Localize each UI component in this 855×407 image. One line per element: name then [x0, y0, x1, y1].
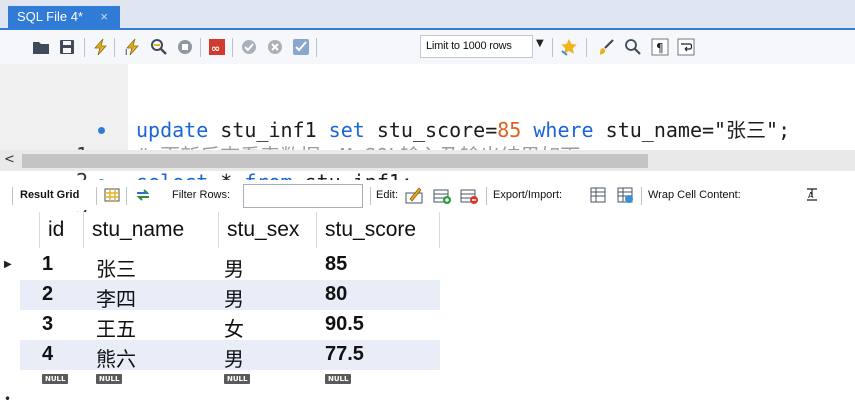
close-tab-icon[interactable]: ×	[100, 9, 108, 24]
cell-stu-name[interactable]: 王五	[96, 310, 136, 341]
filter-rows-input[interactable]	[243, 184, 363, 208]
invisible-chars-icon[interactable]: ¶	[651, 38, 669, 56]
toolbar-separator	[316, 38, 317, 57]
tab-title: SQL File 4*	[17, 9, 83, 24]
result-grid-tab[interactable]: Result Grid	[20, 189, 79, 201]
null-badge-stu-sex[interactable]: NULL	[224, 374, 251, 384]
new-row-indicator-icon: •	[4, 392, 12, 406]
cell-stu-sex[interactable]: 男	[224, 280, 244, 311]
toggle-output-icon[interactable]: ∞	[208, 38, 226, 56]
word-wrap-icon[interactable]	[677, 38, 695, 56]
cell-stu-sex[interactable]: 男	[224, 250, 244, 281]
column-header-stu-score[interactable]: stu_score	[317, 212, 440, 248]
execute-icon[interactable]	[92, 38, 110, 56]
chevron-down-icon[interactable]: ▼	[536, 38, 544, 49]
find-icon[interactable]	[624, 38, 642, 56]
sql-editor[interactable]: 1 update stu_inf1 set stu_score=85 where…	[0, 64, 855, 219]
toolbar-separator	[641, 187, 642, 205]
column-header-label: stu_score	[325, 218, 417, 241]
wrap-text-icon[interactable]: A	[805, 186, 819, 204]
cell-id[interactable]: 2	[42, 280, 53, 310]
import-icon[interactable]	[616, 186, 634, 204]
export-import-label: Export/Import:	[493, 189, 563, 201]
table-row[interactable]: 3 王五 女 90.5	[20, 310, 440, 341]
toolbar-separator	[200, 38, 201, 57]
null-badge-stu-score[interactable]: NULL	[325, 374, 352, 384]
result-toolbar: Result Grid Filter Rows: Edit: Export/Im…	[0, 180, 855, 210]
toolbar-separator	[486, 187, 487, 205]
table-row[interactable]: 1 张三 男 85	[20, 250, 440, 281]
toolbar-separator	[12, 187, 13, 205]
null-badge-stu-name[interactable]: NULL	[96, 374, 123, 384]
cell-stu-name[interactable]: 熊六	[96, 340, 136, 371]
svg-text:I: I	[125, 48, 127, 56]
svg-text:¶: ¶	[656, 41, 664, 55]
cell-id[interactable]: 4	[42, 340, 53, 370]
execute-current-icon[interactable]: I	[124, 38, 142, 56]
column-header-stu-sex[interactable]: stu_sex	[219, 212, 317, 248]
current-row-indicator-icon: ▶	[4, 259, 12, 270]
limit-rows-select[interactable]: Limit to 1000 rows	[420, 35, 533, 58]
code-line-3[interactable]: 3 select * from stu_inf1;	[0, 120, 855, 219]
cell-stu-score[interactable]: 77.5	[325, 340, 364, 370]
row-marker-column	[0, 248, 20, 407]
toolbar-separator	[232, 38, 233, 57]
autocommit-icon[interactable]	[292, 38, 310, 56]
stop-icon[interactable]	[176, 38, 194, 56]
tab-bar: SQL File 4* ×	[0, 0, 855, 30]
explain-icon[interactable]	[150, 38, 168, 56]
cell-stu-score[interactable]: 85	[325, 250, 347, 280]
column-header-id[interactable]: id	[40, 212, 84, 248]
delete-row-icon[interactable]	[460, 186, 478, 204]
toolbar-separator	[586, 38, 587, 57]
beautify-icon[interactable]	[560, 38, 578, 56]
editor-toolbar: I ∞ Limit to 1000 rows ▼ ¶	[0, 30, 855, 64]
toolbar-separator	[84, 38, 85, 57]
column-header-stu-name[interactable]: stu_name	[84, 212, 219, 248]
cell-id[interactable]: 3	[42, 310, 53, 340]
commit-icon[interactable]	[240, 38, 258, 56]
limit-rows-value: Limit to 1000 rows	[426, 40, 512, 52]
null-badge-id[interactable]: NULL	[42, 374, 69, 384]
toolbar-separator	[114, 38, 115, 57]
column-header-label: stu_sex	[227, 218, 300, 241]
save-icon[interactable]	[58, 38, 76, 56]
result-grid[interactable]: id stu_name stu_sex stu_score 1 张三 男 85 …	[0, 212, 855, 407]
wrap-cell-content-label: Wrap Cell Content:	[648, 189, 741, 201]
open-folder-icon[interactable]	[32, 38, 50, 56]
code-line-1[interactable]: 1 update stu_inf1 set stu_score=85 where…	[0, 68, 855, 167]
column-header-label: id	[48, 218, 65, 241]
table-row[interactable]: 4 熊六 男 77.5	[20, 340, 440, 371]
cell-stu-score[interactable]: 80	[325, 280, 347, 310]
column-header-label: stu_name	[92, 218, 185, 241]
cell-stu-sex[interactable]: 男	[224, 340, 244, 371]
toolbar-separator	[370, 187, 371, 205]
row-header-corner	[0, 212, 40, 248]
cell-stu-name[interactable]: 李四	[96, 280, 136, 311]
refresh-arrows-icon[interactable]	[134, 186, 152, 204]
toolbar-separator	[126, 187, 127, 205]
export-icon[interactable]	[589, 186, 607, 204]
edit-row-icon[interactable]	[405, 186, 423, 204]
tab-sql-file-4[interactable]: SQL File 4* ×	[8, 6, 120, 29]
brush-icon[interactable]	[598, 38, 616, 56]
scrollbar-thumb[interactable]	[22, 154, 648, 168]
svg-text:∞: ∞	[211, 42, 220, 55]
grid-view-icon[interactable]	[103, 186, 121, 204]
code-line-2[interactable]: 2 # 更新后查看表数据，MySQL输入及输出结果如下：	[0, 94, 855, 193]
cell-stu-score[interactable]: 90.5	[325, 310, 364, 340]
toolbar-separator	[96, 187, 97, 205]
scroll-left-icon[interactable]: <	[4, 152, 15, 167]
cell-id[interactable]: 1	[42, 250, 53, 280]
horizontal-scrollbar[interactable]: <	[0, 150, 855, 171]
add-row-icon[interactable]	[433, 186, 451, 204]
cell-stu-sex[interactable]: 女	[224, 310, 244, 341]
table-row[interactable]: 2 李四 男 80	[20, 280, 440, 311]
edit-label: Edit:	[376, 189, 399, 201]
filter-rows-label: Filter Rows:	[172, 189, 231, 201]
rollback-icon[interactable]	[266, 38, 284, 56]
svg-text:A: A	[808, 191, 814, 200]
cell-stu-name[interactable]: 张三	[96, 250, 136, 281]
toolbar-separator	[552, 38, 553, 57]
